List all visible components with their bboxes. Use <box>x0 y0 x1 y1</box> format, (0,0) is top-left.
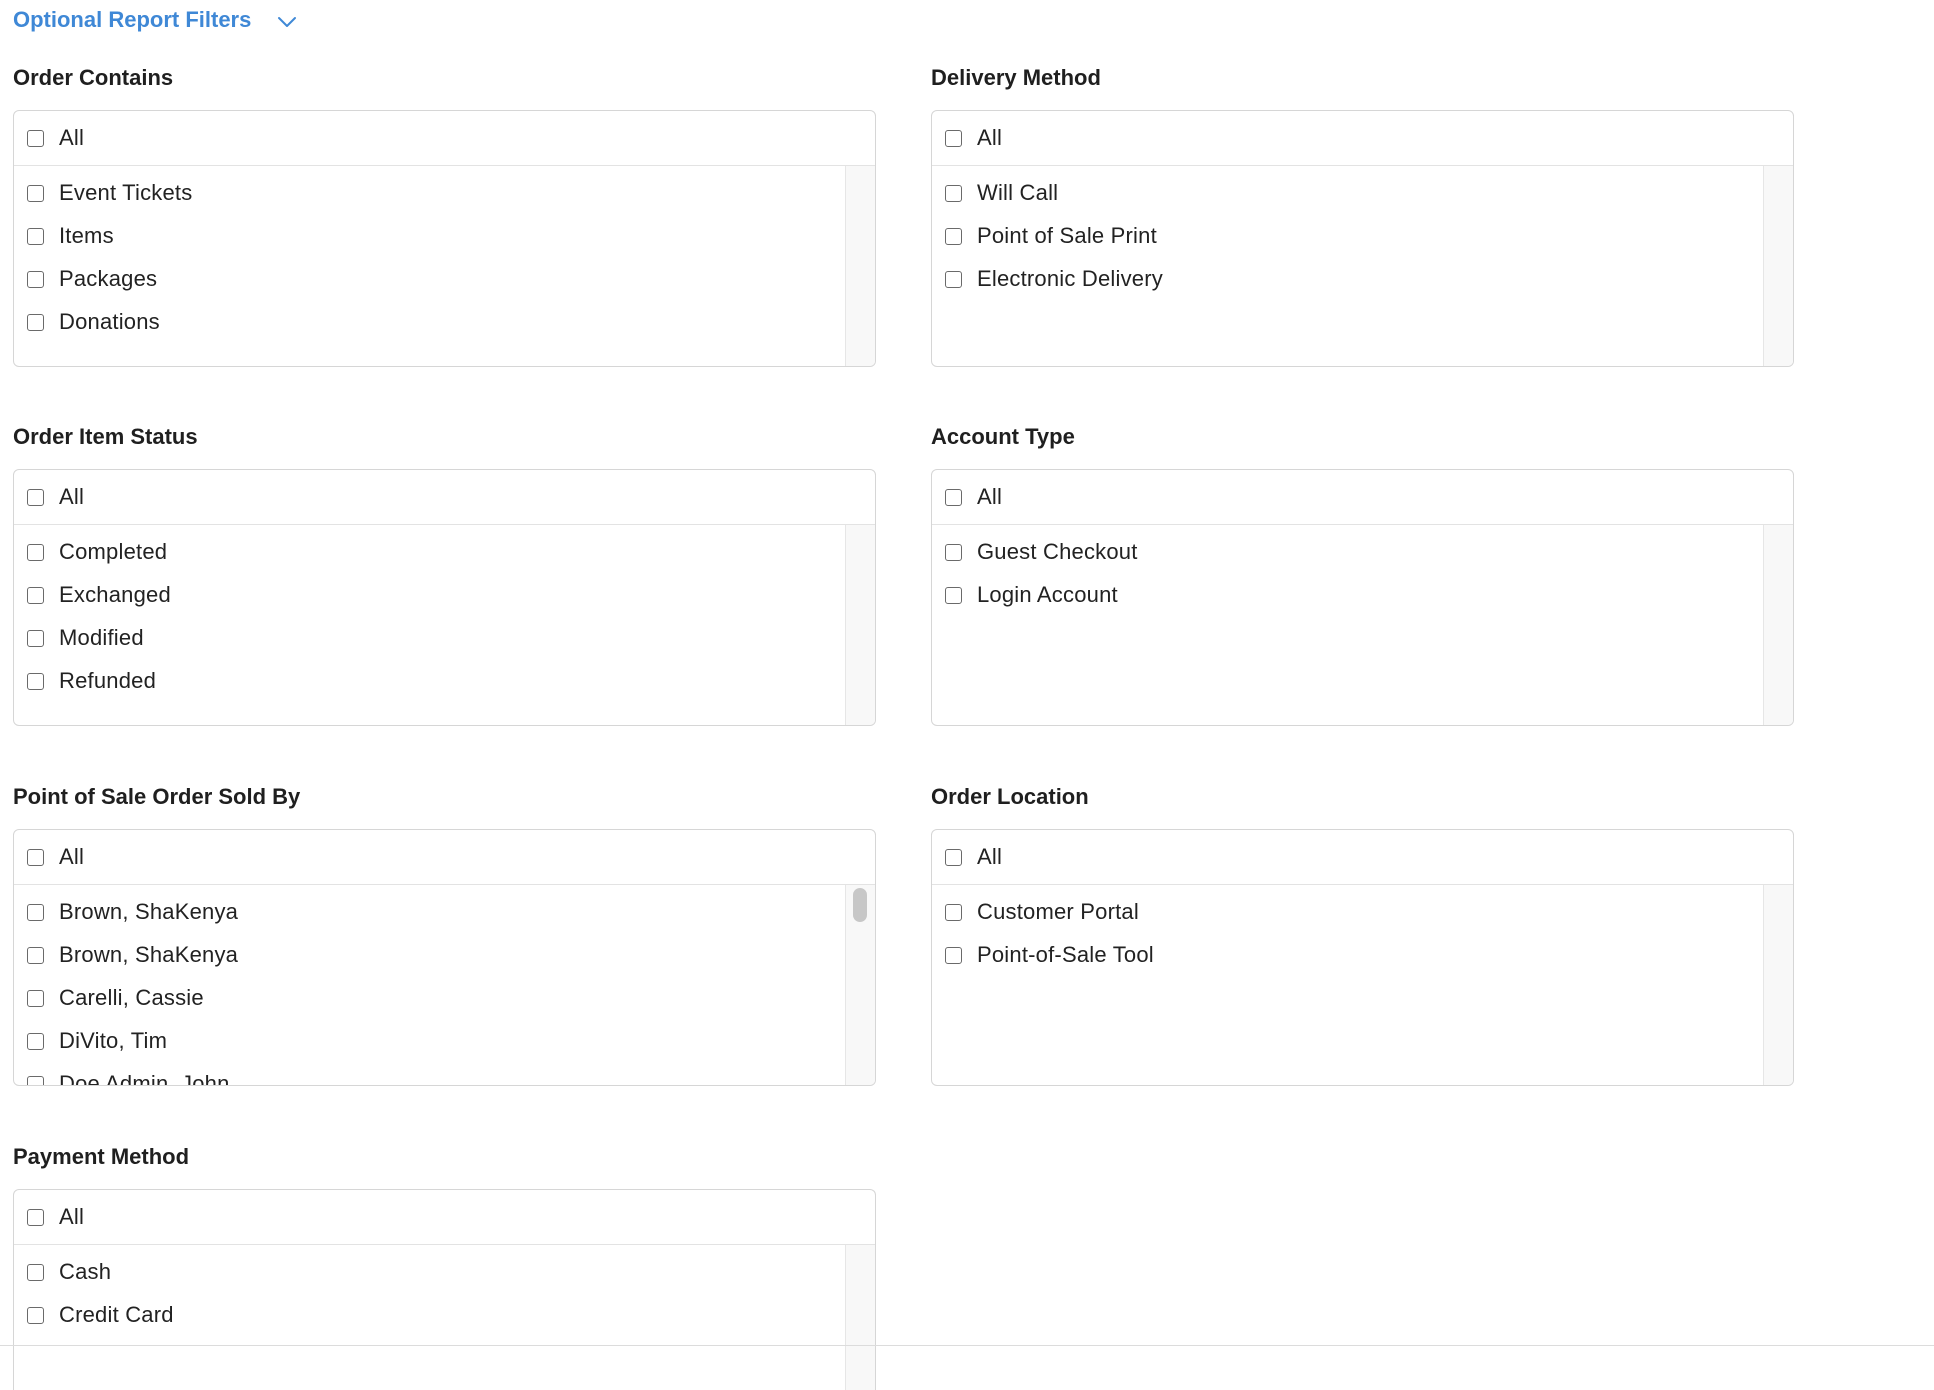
scrollbar[interactable] <box>845 525 875 725</box>
checkbox[interactable] <box>27 543 44 561</box>
checkbox-option[interactable]: Login Account <box>932 580 1118 610</box>
checkbox-list-box: All Brown, ShaKenya Brown, ShaKenya Care… <box>13 829 876 1086</box>
checkbox[interactable] <box>27 1263 44 1281</box>
checkbox-all[interactable]: All <box>14 842 84 872</box>
checkbox[interactable] <box>945 227 962 245</box>
checkbox-all[interactable]: All <box>932 482 1002 512</box>
checkbox-option[interactable]: Will Call <box>932 178 1058 208</box>
checkbox-list[interactable]: Cash Credit Card <box>14 1245 875 1390</box>
checkbox[interactable] <box>27 129 44 147</box>
scrollbar-thumb[interactable] <box>853 888 867 922</box>
scrollbar[interactable] <box>845 885 875 1085</box>
checkbox[interactable] <box>27 184 44 202</box>
checkbox-option[interactable]: Carelli, Cassie <box>14 983 204 1013</box>
checkbox[interactable] <box>945 903 962 921</box>
filter-title: Order Item Status <box>13 424 198 449</box>
scrollbar[interactable] <box>845 166 875 366</box>
checkbox-option[interactable]: Point-of-Sale Tool <box>932 940 1154 970</box>
optional-report-filters-title: Optional Report Filters <box>13 7 252 32</box>
scrollbar[interactable] <box>845 1245 875 1390</box>
optional-report-filters-toggle[interactable]: Optional Report Filters <box>13 4 297 36</box>
checkbox[interactable] <box>27 488 44 506</box>
checkbox-option[interactable]: Credit Card <box>14 1300 174 1330</box>
checkbox-option[interactable]: DiVito, Tim <box>14 1026 167 1056</box>
checkbox-option[interactable]: Modified <box>14 623 144 653</box>
checkbox-list[interactable]: Completed Exchanged Modified Refunded <box>14 525 875 725</box>
checkbox[interactable] <box>945 488 962 506</box>
checkbox-list[interactable]: Brown, ShaKenya Brown, ShaKenya Carelli,… <box>14 885 875 1085</box>
checkbox-all[interactable]: All <box>932 842 1002 872</box>
checkbox[interactable] <box>945 946 962 964</box>
scrollbar[interactable] <box>1763 885 1793 1085</box>
checkbox[interactable] <box>945 184 962 202</box>
checkbox[interactable] <box>945 270 962 288</box>
checkbox-option[interactable]: Point of Sale Print <box>932 221 1157 251</box>
chevron-down-icon <box>278 17 297 27</box>
checkbox[interactable] <box>27 903 44 921</box>
checkbox-list-box: All Will Call Point of Sale Print Electr… <box>931 110 1794 367</box>
checkbox-all[interactable]: All <box>932 123 1002 153</box>
checkbox[interactable] <box>945 129 962 147</box>
checkbox-option[interactable]: Exchanged <box>14 580 171 610</box>
checkbox-option[interactable]: Cash <box>14 1257 111 1287</box>
checkbox[interactable] <box>27 1208 44 1226</box>
checkbox-option[interactable]: Packages <box>14 264 157 294</box>
checkbox-list-box: All Guest Checkout Login Account <box>931 469 1794 726</box>
checkbox[interactable] <box>27 586 44 604</box>
page-bottom-divider <box>0 1345 1934 1346</box>
checkbox-list-box: All Completed Exchanged Modified Refunde… <box>13 469 876 726</box>
filter-title: Payment Method <box>13 1144 190 1169</box>
filter-title: Point of Sale Order Sold By <box>13 784 301 809</box>
checkbox-option[interactable]: Completed <box>14 537 167 567</box>
filter-title: Order Location <box>931 784 1089 809</box>
checkbox-option[interactable]: Brown, ShaKenya <box>14 940 238 970</box>
checkbox-list[interactable]: Will Call Point of Sale Print Electronic… <box>932 166 1793 366</box>
checkbox-option[interactable]: Brown, ShaKenya <box>14 897 238 927</box>
checkbox-option[interactable]: Event Tickets <box>14 178 192 208</box>
checkbox-option[interactable]: Electronic Delivery <box>932 264 1163 294</box>
scrollbar[interactable] <box>1763 525 1793 725</box>
checkbox[interactable] <box>27 1306 44 1324</box>
filter-title: Delivery Method <box>931 65 1101 90</box>
checkbox-list-box: All Event Tickets Items Packages Donatio… <box>13 110 876 367</box>
scrollbar[interactable] <box>1763 166 1793 366</box>
checkbox-option[interactable]: Customer Portal <box>932 897 1139 927</box>
checkbox[interactable] <box>27 270 44 288</box>
checkbox-option[interactable]: Doe Admin, John <box>14 1069 230 1085</box>
checkbox[interactable] <box>27 989 44 1007</box>
checkbox-all[interactable]: All <box>14 482 84 512</box>
checkbox[interactable] <box>27 1032 44 1050</box>
checkbox[interactable] <box>27 227 44 245</box>
checkbox[interactable] <box>945 586 962 604</box>
checkbox-list[interactable]: Guest Checkout Login Account <box>932 525 1793 725</box>
checkbox-option[interactable]: Donations <box>14 307 160 337</box>
checkbox[interactable] <box>945 848 962 866</box>
checkbox-option[interactable]: Guest Checkout <box>932 537 1138 567</box>
checkbox-list-box: All Customer Portal Point-of-Sale Tool <box>931 829 1794 1086</box>
checkbox[interactable] <box>27 629 44 647</box>
checkbox-all[interactable]: All <box>14 1202 84 1232</box>
checkbox[interactable] <box>27 848 44 866</box>
checkbox-all[interactable]: All <box>14 123 84 153</box>
checkbox-list[interactable]: Event Tickets Items Packages Donations <box>14 166 875 366</box>
checkbox-list[interactable]: Customer Portal Point-of-Sale Tool <box>932 885 1793 1085</box>
checkbox[interactable] <box>27 672 44 690</box>
checkbox-option[interactable]: Refunded <box>14 666 156 696</box>
checkbox-option[interactable]: Items <box>14 221 114 251</box>
checkbox[interactable] <box>27 946 44 964</box>
checkbox[interactable] <box>945 543 962 561</box>
checkbox[interactable] <box>27 1075 44 1085</box>
checkbox[interactable] <box>27 313 44 331</box>
filter-title: Account Type <box>931 424 1075 449</box>
checkbox-list-box: All Cash Credit Card <box>13 1189 876 1390</box>
filter-title: Order Contains <box>13 65 174 90</box>
